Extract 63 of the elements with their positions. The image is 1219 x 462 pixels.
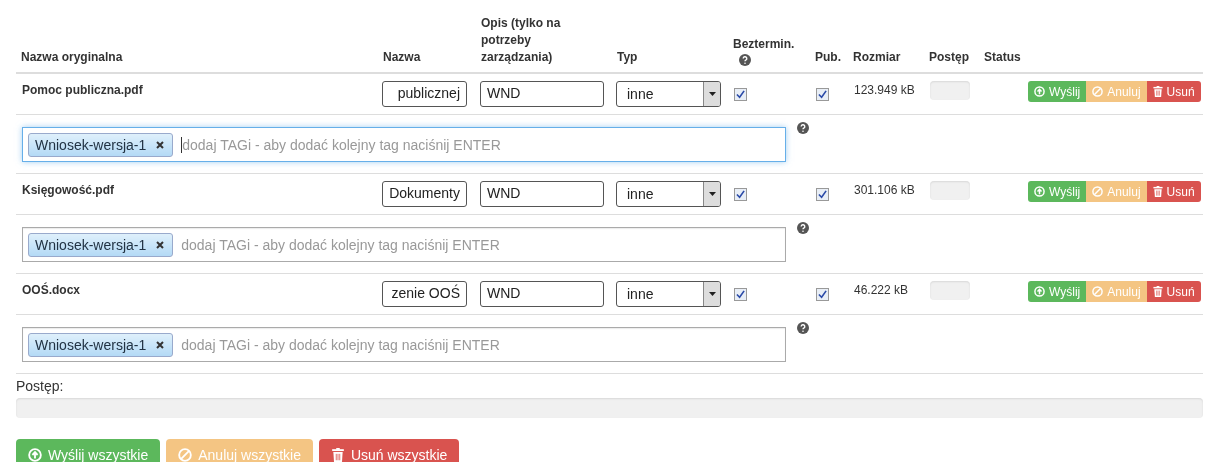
public-checkbox[interactable] <box>816 88 829 101</box>
ban-icon <box>1092 86 1104 97</box>
column-header: Opis (tylko na potrzeby zarządzania) <box>480 15 562 66</box>
upload-icon <box>1034 286 1045 297</box>
help-icon <box>797 222 809 234</box>
file-name: Pomoc publiczna.pdf <box>21 83 144 97</box>
file-size: 46.222 kB <box>853 283 910 297</box>
indefinite-checkbox[interactable] <box>734 88 747 101</box>
delete-button[interactable]: Usuń <box>1146 81 1201 102</box>
ban-icon <box>1092 286 1104 297</box>
file-size: 123.949 kB <box>853 83 916 97</box>
file-name: Księgowość.pdf <box>21 183 115 197</box>
help-icon <box>797 322 809 334</box>
help-icon <box>739 54 751 66</box>
tag-input-field[interactable]: Wniosek-wersja-1 dodaj TAGi - aby dodać kolejny tag naciśnij ENTER <box>22 127 786 162</box>
close-icon[interactable] <box>156 140 165 149</box>
caret-icon <box>708 292 716 296</box>
file-name: OOŚ.docx <box>21 283 81 297</box>
close-icon[interactable] <box>156 340 165 349</box>
caret-icon <box>708 92 716 96</box>
trash-icon <box>330 448 345 462</box>
type-dropdown[interactable]: inne <box>616 281 721 307</box>
name-field[interactable]: Dokumenty <box>382 181 467 207</box>
column-header: Rozmiar <box>852 49 902 66</box>
tag-label: Wniosek-wersja-1 <box>35 136 147 153</box>
progress-label: Postęp: <box>16 378 65 394</box>
upload-icon <box>28 448 42 462</box>
help-icon <box>797 122 809 134</box>
ban-icon <box>178 448 193 462</box>
column-header: Status <box>983 49 1022 66</box>
tag-label: Wniosek-wersja-1 <box>35 336 147 353</box>
column-header: Typ <box>616 49 639 66</box>
type-dropdown[interactable]: inne <box>616 81 721 107</box>
tag-input-field[interactable]: Wniosek-wersja-1 dodaj TAGi - aby dodać kolejny tag naciśnij ENTER <box>22 327 786 362</box>
column-header: Nazwa oryginalna <box>20 49 124 66</box>
close-icon[interactable] <box>156 240 165 249</box>
column-header: Pub. <box>814 49 842 66</box>
description-field[interactable]: WND <box>480 181 604 207</box>
caret-icon <box>708 192 716 196</box>
file-size: 301.106 kB <box>853 183 916 197</box>
delete-button[interactable]: Usuń <box>1146 181 1201 202</box>
column-header: Postęp <box>928 49 970 66</box>
upload-icon <box>1034 86 1045 97</box>
indefinite-checkbox[interactable] <box>734 288 747 301</box>
trash-icon <box>1152 86 1163 97</box>
description-field[interactable]: WND <box>480 281 604 307</box>
description-field[interactable]: WND <box>480 81 604 107</box>
trash-icon <box>1152 286 1163 297</box>
ban-icon <box>1092 186 1104 197</box>
tag-label: Wniosek-wersja-1 <box>35 236 147 253</box>
delete-button[interactable]: Usuń <box>1146 281 1201 302</box>
upload-icon <box>1034 186 1045 197</box>
column-header: Beztermin. <box>733 36 796 53</box>
tag-input-field[interactable]: Wniosek-wersja-1 dodaj TAGi - aby dodać kolejny tag naciśnij ENTER <box>22 227 786 262</box>
indefinite-checkbox[interactable] <box>734 188 747 201</box>
type-dropdown[interactable]: inne <box>616 181 721 207</box>
name-field[interactable]: zenie OOŚ <box>382 281 467 307</box>
delete-button[interactable]: Usuń wszystkie <box>318 439 460 462</box>
public-checkbox[interactable] <box>816 288 829 301</box>
public-checkbox[interactable] <box>816 188 829 201</box>
name-field[interactable]: publicznej <box>382 81 467 107</box>
column-header: Nazwa <box>382 49 422 66</box>
trash-icon <box>1152 186 1163 197</box>
